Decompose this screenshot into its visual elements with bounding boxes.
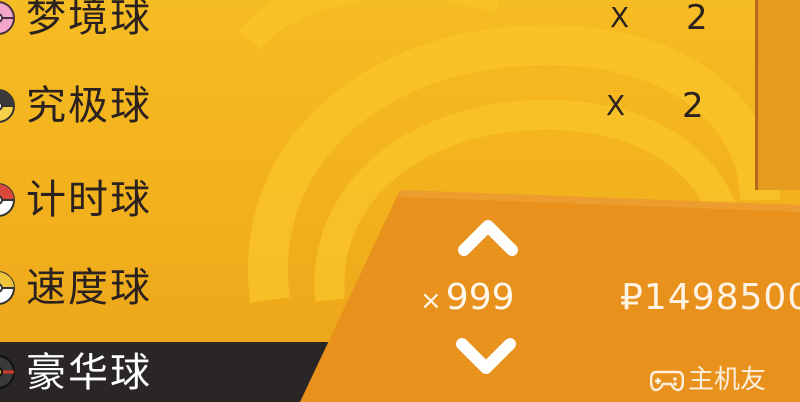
increase-quantity-arrow-icon[interactable] (456, 218, 520, 258)
gamepad-icon (650, 370, 684, 391)
purchase-panel-shape (300, 190, 800, 402)
watermark-text: 主机友 (688, 365, 767, 395)
decrease-quantity-arrow-icon[interactable] (454, 336, 518, 376)
purchase-panel: × 999 ₽1498500 (0, 0, 800, 402)
watermark: 主机友 (650, 362, 766, 398)
quantity-multiplier: × (420, 286, 442, 316)
purchase-quantity: × 999 (420, 276, 515, 320)
quantity-value: 999 (445, 277, 515, 318)
total-price: ₽1498500 (620, 277, 800, 318)
